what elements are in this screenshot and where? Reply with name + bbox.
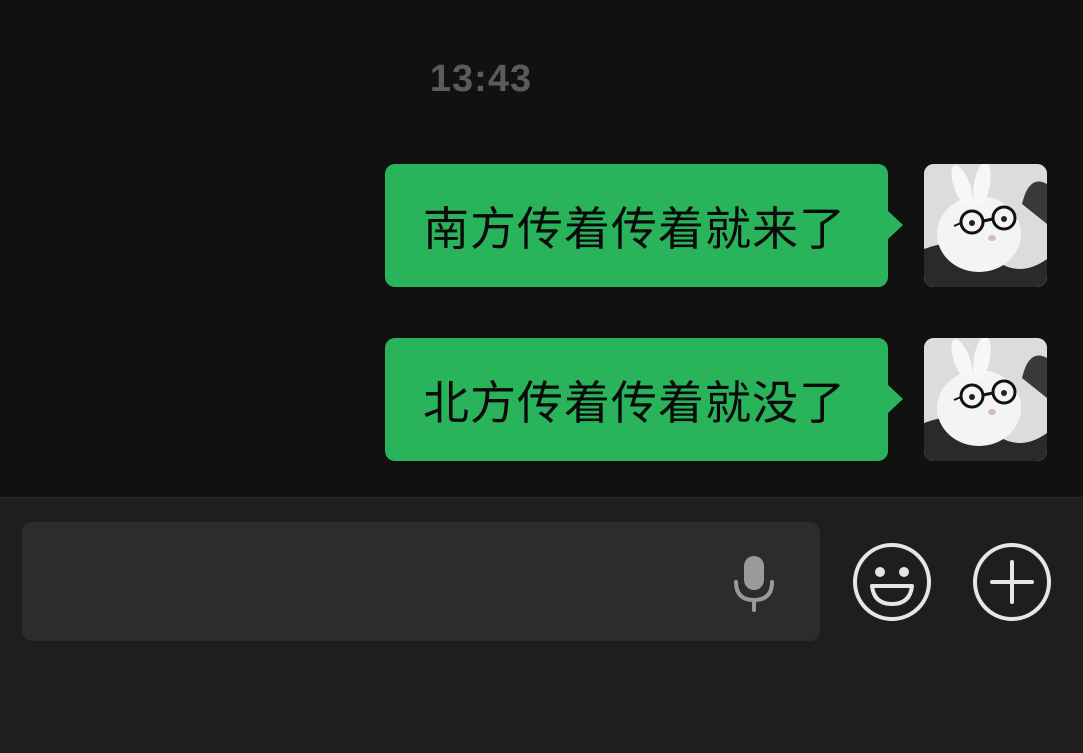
rabbit-avatar-icon xyxy=(924,338,1047,461)
composer-bar xyxy=(0,497,1083,753)
message-bubble[interactable]: 南方传着传着就来了 xyxy=(385,164,903,287)
chat-screen: 13:43 南方传着传着就来了 北方传着传着就没了 xyxy=(0,0,1083,753)
more-options-button[interactable] xyxy=(972,542,1052,622)
smiley-face-icon xyxy=(853,543,931,621)
rabbit-avatar-icon xyxy=(924,164,1047,287)
emoji-button[interactable] xyxy=(852,542,932,622)
message-text: 北方传着传着就没了 xyxy=(423,375,846,430)
outgoing-message: 北方传着传着就没了 xyxy=(385,338,1047,461)
plus-circle-icon xyxy=(973,543,1051,621)
message-input[interactable] xyxy=(22,522,820,641)
voice-input-button[interactable] xyxy=(726,554,782,614)
avatar[interactable] xyxy=(924,164,1047,287)
message-text: 南方传着传着就来了 xyxy=(423,201,846,256)
avatar[interactable] xyxy=(924,338,1047,461)
message-list[interactable]: 13:43 南方传着传着就来了 北方传着传着就没了 xyxy=(0,0,1083,497)
microphone-icon xyxy=(734,556,774,612)
outgoing-message: 南方传着传着就来了 xyxy=(385,164,1047,287)
message-bubble[interactable]: 北方传着传着就没了 xyxy=(385,338,903,461)
message-timestamp: 13:43 xyxy=(429,58,533,100)
